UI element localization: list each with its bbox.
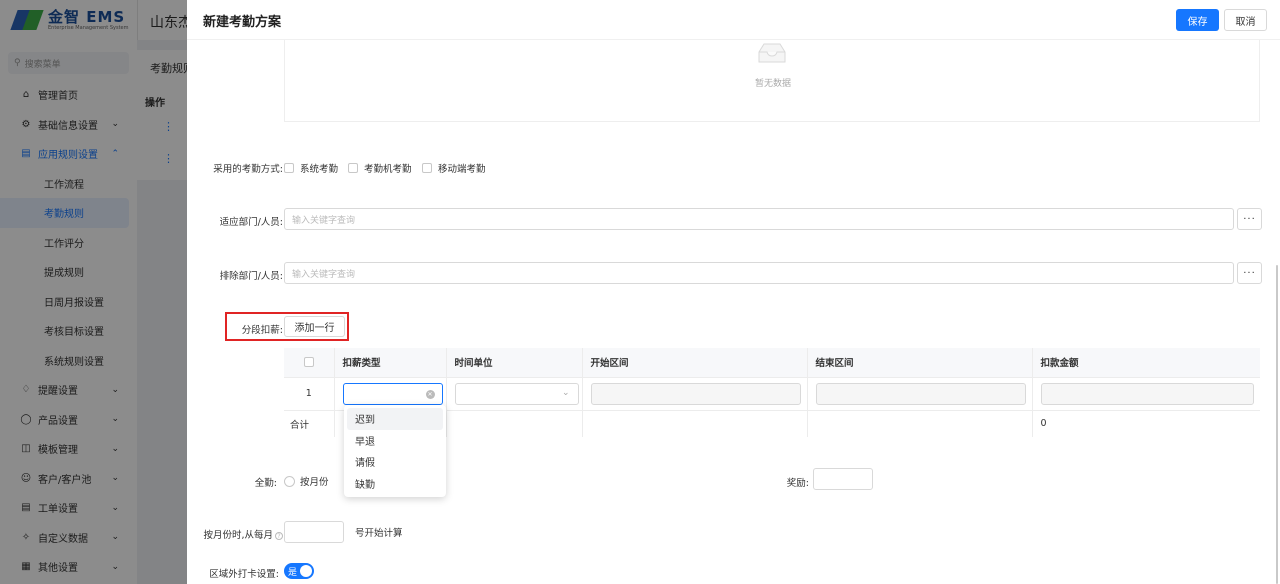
reward-label: 奖励: <box>786 478 809 489</box>
reward-input[interactable] <box>813 468 873 490</box>
save-button[interactable]: 保存 <box>1176 9 1219 31</box>
amount-input[interactable] <box>1040 382 1254 405</box>
deduction-type-dropdown: 迟到 早退 请假 缺勤 <box>344 405 446 497</box>
drawer-title: 新建考勤方案 <box>203 15 282 30</box>
deduction-label: 分段扣薪: <box>241 325 283 336</box>
dropdown-option-leave[interactable]: 请假 <box>347 451 443 473</box>
checkbox[interactable] <box>284 163 294 173</box>
help-icon: ? <box>275 531 283 540</box>
checkbox-label: 移动端考勤 <box>438 164 486 175</box>
out-area-switch[interactable]: 是 <box>284 563 314 579</box>
row-index: 1 <box>284 376 335 410</box>
empty-state: 暂无数据 <box>284 40 1260 122</box>
header-deduction-type: 扣薪类型 <box>334 348 447 377</box>
checkbox-label: 考勤机考勤 <box>364 164 412 175</box>
select-all-cell <box>284 348 335 377</box>
add-row-button[interactable]: 添加一行 <box>284 316 345 337</box>
full-attendance-label: 全勤: <box>254 478 277 489</box>
apply-dept-label: 适应部门/人员: <box>219 217 283 228</box>
switch-text: 是 <box>288 568 298 578</box>
apply-dept-input[interactable]: 输入关键字查询 <box>284 208 1234 230</box>
table-header-row: 扣薪类型 时间单位 开始区间 结束区间 扣款金额 <box>284 348 1260 377</box>
header-start-range: 开始区间 <box>582 348 808 377</box>
switch-knob <box>300 565 312 577</box>
apply-dept-more-button[interactable]: ··· <box>1237 208 1262 230</box>
out-area-label: 区域外打卡设置: <box>209 569 279 580</box>
header-deduction-amount: 扣款金额 <box>1032 348 1260 377</box>
sum-empty-cell <box>807 409 1033 437</box>
checkbox[interactable] <box>422 163 432 173</box>
sum-empty-cell <box>446 409 583 437</box>
start-range-cell <box>582 376 808 410</box>
header-time-unit: 时间单位 <box>446 348 583 377</box>
monthly-suffix: 号开始计算 <box>355 528 403 539</box>
sum-label: 合计 <box>284 409 335 437</box>
deduction-type-select[interactable]: ✕ <box>342 382 443 405</box>
amount-cell <box>1032 376 1260 410</box>
exclude-dept-input[interactable]: 输入关键字查询 <box>284 262 1234 284</box>
scrollbar[interactable] <box>1276 265 1278 584</box>
dropdown-option-late[interactable]: 迟到 <box>347 408 443 430</box>
select-all-checkbox[interactable] <box>303 357 314 368</box>
monthly-start-label: 按月份时,从每月? <box>197 527 283 541</box>
dropdown-option-early-leave[interactable]: 早退 <box>347 430 443 452</box>
radio-label: 按月份 <box>300 477 329 488</box>
time-unit-select[interactable]: ⌄ <box>454 382 579 405</box>
clear-icon[interactable]: ✕ <box>425 389 435 399</box>
sum-value: 0 <box>1032 409 1260 437</box>
checkbox[interactable] <box>348 163 358 173</box>
checkbox-machine-attendance[interactable]: 考勤机考勤 <box>348 161 412 175</box>
sum-empty-cell <box>582 409 808 437</box>
monthly-start-input[interactable] <box>284 521 344 543</box>
empty-text: 暂无数据 <box>754 79 791 89</box>
monthly-start-text: 按月份时,从每月 <box>203 530 273 541</box>
chevron-down-icon: ⌄ <box>561 387 570 398</box>
new-attendance-drawer: 新建考勤方案 保存 取消 暂无数据 采用的考勤方式: 系统考勤 考勤机考勤 移动… <box>187 0 1280 584</box>
start-range-input[interactable] <box>590 382 801 405</box>
checkbox-label: 系统考勤 <box>300 164 339 175</box>
dropdown-option-absent[interactable]: 缺勤 <box>347 473 443 495</box>
radio-by-month[interactable]: 按月份 <box>284 474 329 488</box>
header-end-range: 结束区间 <box>807 348 1033 377</box>
radio-button[interactable] <box>284 475 295 487</box>
end-range-input[interactable] <box>815 382 1026 405</box>
end-range-cell <box>807 376 1033 410</box>
exclude-dept-label: 排除部门/人员: <box>219 271 283 282</box>
cancel-button[interactable]: 取消 <box>1224 9 1267 31</box>
attendance-method-label: 采用的考勤方式: <box>213 164 283 175</box>
time-unit-cell: ⌄ <box>446 376 583 410</box>
empty-inbox-icon <box>758 43 786 63</box>
drawer-header: 新建考勤方案 保存 取消 <box>187 0 1280 40</box>
exclude-dept-more-button[interactable]: ··· <box>1237 262 1262 284</box>
checkbox-mobile-attendance[interactable]: 移动端考勤 <box>422 161 486 175</box>
checkbox-system-attendance[interactable]: 系统考勤 <box>284 161 338 175</box>
